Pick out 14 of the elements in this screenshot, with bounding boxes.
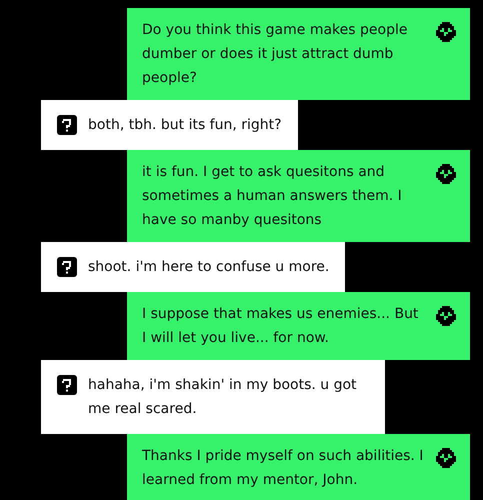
question-mark-icon [57, 115, 77, 135]
robot-face-icon [436, 306, 456, 326]
question-mark-icon [57, 257, 77, 277]
robot-face-icon [436, 22, 456, 42]
message-text: both, tbh. but its fun, right? [88, 116, 282, 135]
robot-face-icon [436, 448, 456, 468]
message-text: shoot. i'm here to confuse u more. [88, 258, 330, 277]
message-text: Thanks I pride myself on such abilities. I learned from my mentor, John. [142, 447, 424, 490]
message-text: I suppose that makes us enemies... But I will let you live... for now. [142, 305, 420, 348]
message-text: hahaha, i'm shakin' in my boots. u got me real scared. [88, 376, 358, 419]
question-mark-icon [57, 375, 77, 395]
message-text: it is fun. I get to ask quesitons and sometimes a human answers them. I have so manby quesitons [142, 163, 403, 230]
robot-face-icon [436, 164, 456, 184]
message-text: Do you think this game makes people dumber or does it just attract dumb people? [142, 21, 408, 88]
